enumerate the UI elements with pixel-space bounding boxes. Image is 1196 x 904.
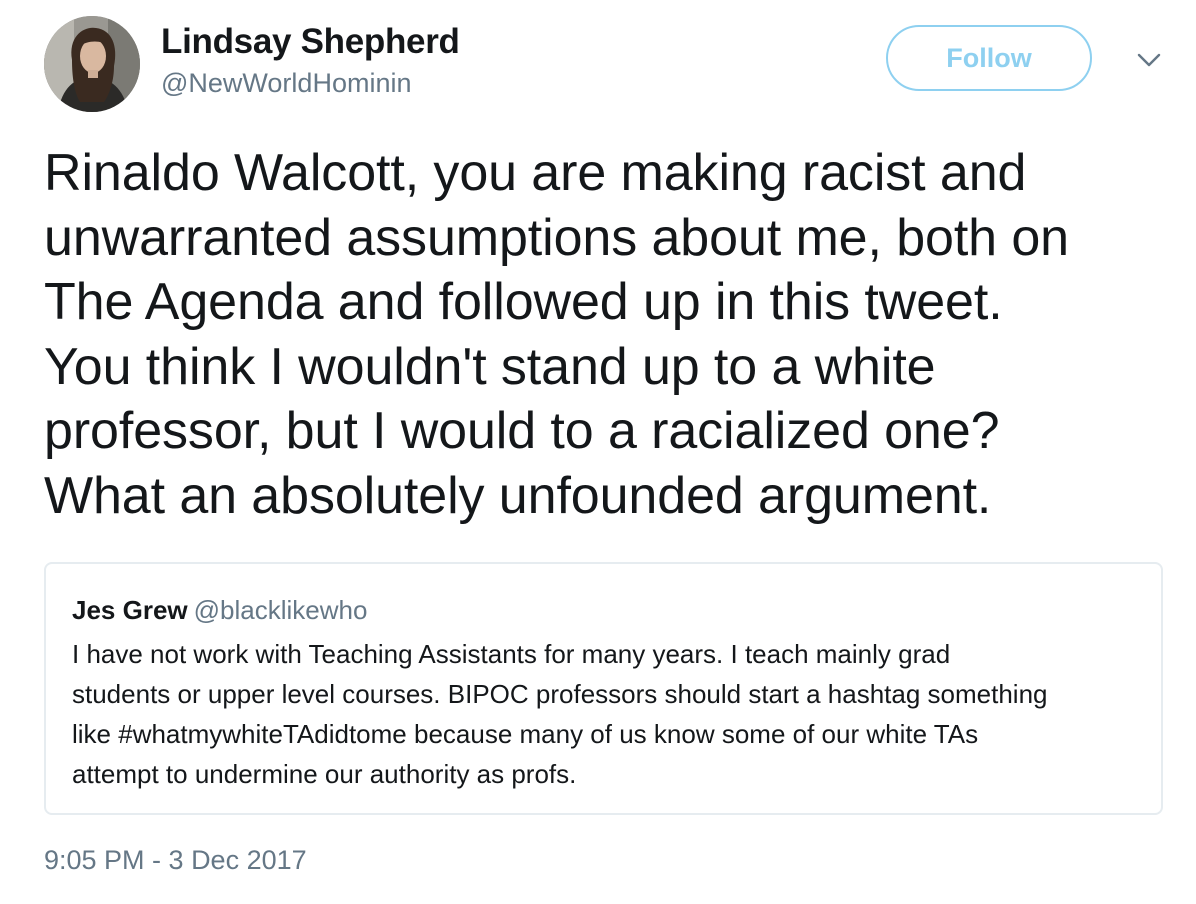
quoted-text-line: I have not work with Teaching Assistants… [72,639,951,669]
tweet-text: Rinaldo Walcott, you are making racist a… [44,141,1174,528]
avatar-photo [44,16,140,112]
quoted-author-name: Jes Grew [72,595,188,625]
quoted-text-line: attempt to undermine our authority as pr… [72,759,577,789]
chevron-down-icon[interactable] [1133,48,1165,72]
tweet-text-line: unwarranted assumptions about me, both o… [44,208,1069,267]
author-name[interactable]: Lindsay Shepherd [161,22,460,62]
avatar[interactable] [44,16,140,112]
tweet-text-line: The Agenda and followed up in this tweet… [44,273,1003,331]
quoted-text-line: students or upper level courses. BIPOC p… [72,679,1048,709]
author-handle[interactable]: @NewWorldHominin [161,66,411,100]
tweet: Lindsay Shepherd @NewWorldHominin Follow… [0,0,1196,904]
tweet-text-line: Rinaldo Walcott, you are making racist a… [44,144,1027,202]
quoted-tweet-text: I have not work with Teaching Assistants… [72,634,1152,794]
tweet-text-line: What an absolutely unfounded argument. [44,466,992,525]
tweet-text-line: You think I wouldn't stand up to a white [44,337,936,396]
quoted-author-handle: @blacklikewho [193,595,368,625]
tweet-timestamp[interactable]: 9:05 PM - 3 Dec 2017 [44,843,307,877]
quoted-text-line: like #whatmywhiteTAdidtome because many … [72,719,979,749]
quoted-tweet-header: Jes Grew @blacklikewho [72,594,367,626]
tweet-text-line: professor, but I would to a racialized o… [44,402,1000,460]
quoted-tweet-card[interactable]: Jes Grew @blacklikewho I have not work wi… [44,562,1163,815]
follow-button[interactable]: Follow [886,25,1092,91]
